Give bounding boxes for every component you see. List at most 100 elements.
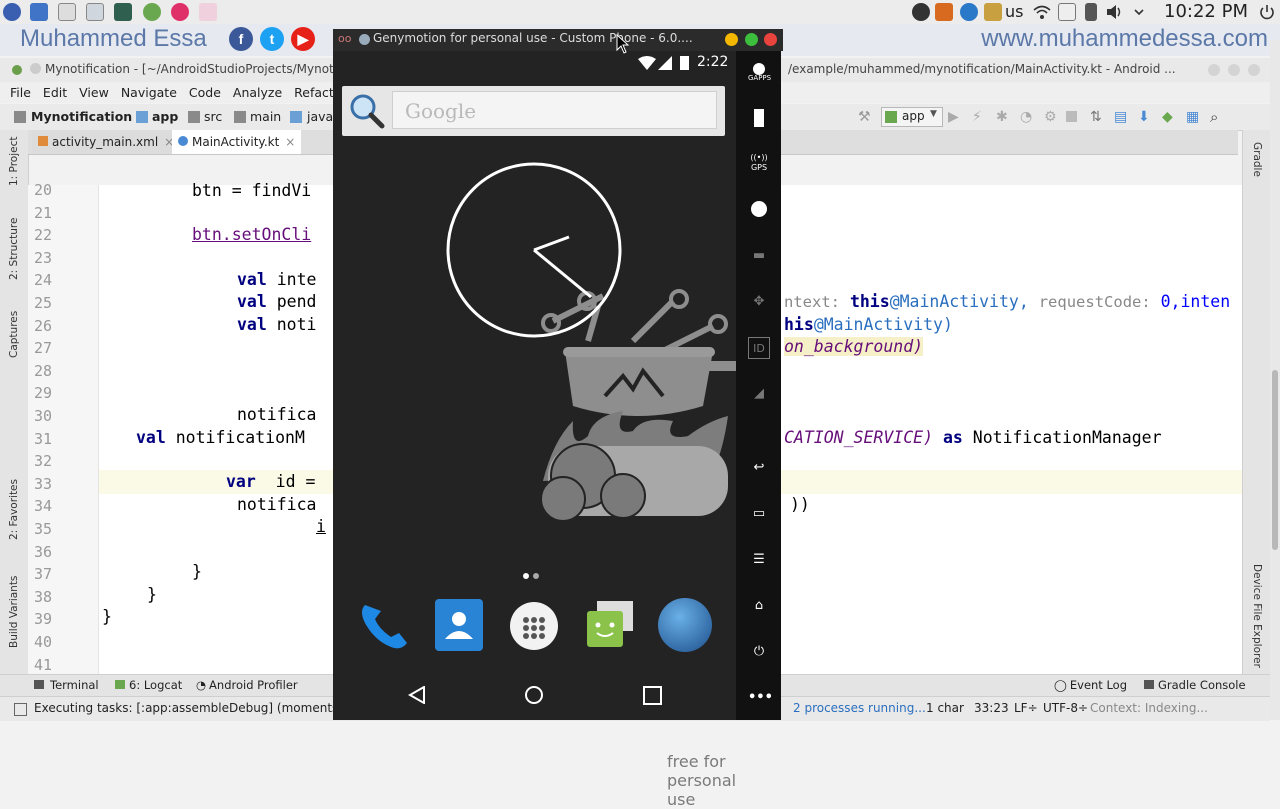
maximize-button[interactable] xyxy=(745,33,758,46)
more-options-icon[interactable]: ••• xyxy=(748,687,773,709)
dropdown-chevron-icon[interactable] xyxy=(1130,3,1148,21)
status-caret-position[interactable]: 33:23 xyxy=(974,701,1009,715)
device-power-icon[interactable]: ⏻ xyxy=(748,641,770,663)
identifiers-icon[interactable]: ID xyxy=(748,337,770,359)
tool-captures[interactable]: Captures xyxy=(8,311,20,358)
files-icon[interactable] xyxy=(30,3,48,21)
stop-icon[interactable] xyxy=(1066,111,1077,122)
status-encoding[interactable]: UTF-8÷ xyxy=(1043,701,1088,715)
accessibility-icon[interactable] xyxy=(912,3,930,21)
breadcrumb-main[interactable]: main xyxy=(250,109,281,124)
close-button[interactable] xyxy=(1248,64,1260,76)
debug-icon[interactable]: ✱ xyxy=(996,109,1008,125)
menu-file[interactable]: File xyxy=(4,82,37,103)
window-icon[interactable] xyxy=(58,3,76,21)
breadcrumb-java[interactable]: java xyxy=(307,109,333,124)
google-search-widget[interactable]: Google xyxy=(342,86,725,136)
maximize-button[interactable] xyxy=(1228,64,1240,76)
battery-widget-icon[interactable] xyxy=(748,107,770,129)
tool-event-log[interactable]: ◯ Event Log xyxy=(1054,678,1127,692)
structure-icon[interactable]: ▦ xyxy=(1186,109,1199,125)
back-button[interactable] xyxy=(408,686,426,704)
browser-app-icon[interactable] xyxy=(658,598,712,652)
messaging-app-icon[interactable] xyxy=(583,599,637,653)
hammer-icon[interactable]: ⚒ xyxy=(858,109,874,125)
power-menu-icon[interactable] xyxy=(1258,3,1276,21)
minimize-button[interactable] xyxy=(725,33,738,46)
fedora-menu-icon[interactable] xyxy=(3,3,21,21)
status-processes[interactable]: 2 processes running... xyxy=(793,701,926,715)
genymotion-device-icon[interactable] xyxy=(199,3,217,21)
device-menu-icon[interactable]: ☰ xyxy=(748,549,770,571)
home-button[interactable] xyxy=(524,685,544,705)
screencast-icon[interactable]: ▬ xyxy=(748,245,770,267)
tool-logcat[interactable]: 6: Logcat xyxy=(115,678,182,692)
tool-device-file-explorer[interactable]: Device File Explorer xyxy=(1251,564,1263,668)
android-icon[interactable] xyxy=(143,3,161,21)
phone-app-icon[interactable] xyxy=(355,597,411,653)
close-button[interactable] xyxy=(764,33,777,46)
gps-widget-icon[interactable]: ((•)) GPS xyxy=(748,153,770,175)
android-studio-icon[interactable] xyxy=(114,3,132,21)
tool-structure[interactable]: 2: Structure xyxy=(8,218,20,280)
webcam-icon[interactable] xyxy=(748,199,770,221)
minimize-button[interactable] xyxy=(1208,64,1220,76)
tab-activity-main-xml[interactable]: activity_main.xml × xyxy=(32,130,181,154)
profile-icon[interactable]: ◔ xyxy=(1020,109,1032,125)
device-home-icon[interactable]: ⌂ xyxy=(748,595,770,617)
tool-terminal[interactable]: Terminal xyxy=(34,678,99,692)
app-drawer-icon[interactable] xyxy=(510,602,558,650)
tool-gradle[interactable]: Gradle xyxy=(1251,142,1263,177)
close-icon[interactable]: × xyxy=(285,135,295,149)
genymotion-icon[interactable] xyxy=(171,3,189,21)
run-icon[interactable]: ▶ xyxy=(948,109,959,125)
chevron-down-icon: ▼ xyxy=(930,109,937,119)
scrollbar-thumb[interactable] xyxy=(1272,370,1278,550)
sync-project-icon[interactable]: ⇅ xyxy=(1090,109,1102,125)
keyboard-layout-indicator[interactable]: us xyxy=(1005,2,1023,21)
desktop-clock[interactable]: 10:22 PM xyxy=(1164,1,1248,22)
breadcrumb-app[interactable]: app xyxy=(152,109,178,124)
search-everywhere-icon[interactable]: ⌕ xyxy=(1210,108,1218,126)
tab-mainactivity-kt[interactable]: MainActivity.kt × xyxy=(172,130,302,154)
menu-navigate[interactable]: Navigate xyxy=(115,82,183,103)
tool-build-variants[interactable]: Build Variants xyxy=(8,576,20,648)
status-line-separator[interactable]: LF÷ xyxy=(1014,701,1038,715)
toggle-tool-windows-icon[interactable] xyxy=(14,703,27,716)
menu-edit[interactable]: Edit xyxy=(37,82,73,103)
sdk-manager-icon[interactable]: ⬇ xyxy=(1138,109,1150,125)
menu-code[interactable]: Code xyxy=(183,82,227,103)
device-manager-icon[interactable]: ▤ xyxy=(1114,109,1127,125)
tool-favorites[interactable]: 2: Favorites xyxy=(8,479,20,540)
breadcrumb-src[interactable]: src xyxy=(204,109,222,124)
recents-button[interactable] xyxy=(643,686,662,705)
tool-gradle-console[interactable]: Gradle Console xyxy=(1144,678,1246,692)
image-viewer-icon[interactable] xyxy=(86,3,104,21)
battery-icon[interactable] xyxy=(1085,3,1097,21)
remote-control-icon[interactable]: ✥ xyxy=(748,291,770,313)
run-configuration-dropdown[interactable]: app ▼ xyxy=(881,107,943,127)
contacts-app-icon[interactable] xyxy=(435,599,483,651)
network-icon[interactable]: ◢ xyxy=(748,383,770,405)
analog-clock-widget[interactable] xyxy=(445,161,623,339)
attach-debugger-icon[interactable]: ⚙ xyxy=(1044,109,1057,125)
android-home-screen[interactable]: free for personal use xyxy=(333,51,736,809)
gapps-icon[interactable]: GAPPS xyxy=(748,63,771,85)
layout-inspector-icon[interactable]: ◆ xyxy=(1162,109,1173,125)
device-recent-icon[interactable]: ▭ xyxy=(748,503,770,525)
volume-icon[interactable] xyxy=(1105,3,1123,21)
google-search-input[interactable]: Google xyxy=(392,91,717,129)
device-back-icon[interactable]: ↩ xyxy=(748,457,770,479)
wifi-icon[interactable] xyxy=(1033,3,1051,21)
apply-changes-icon[interactable]: ⚡ xyxy=(972,109,982,125)
menu-analyze[interactable]: Analyze xyxy=(227,82,288,103)
breadcrumb-project[interactable]: Mynotification xyxy=(31,109,132,124)
recorder-icon[interactable] xyxy=(935,3,953,21)
clipboard-icon[interactable] xyxy=(1058,3,1076,21)
menu-view[interactable]: View xyxy=(73,82,115,103)
package-icon[interactable] xyxy=(984,3,1002,21)
right-scrollbar[interactable] xyxy=(1270,40,1280,720)
tool-android-profiler[interactable]: ◔ Android Profiler xyxy=(196,678,298,692)
tool-project[interactable]: 1: Project xyxy=(8,137,20,186)
sync-icon[interactable] xyxy=(960,3,978,21)
